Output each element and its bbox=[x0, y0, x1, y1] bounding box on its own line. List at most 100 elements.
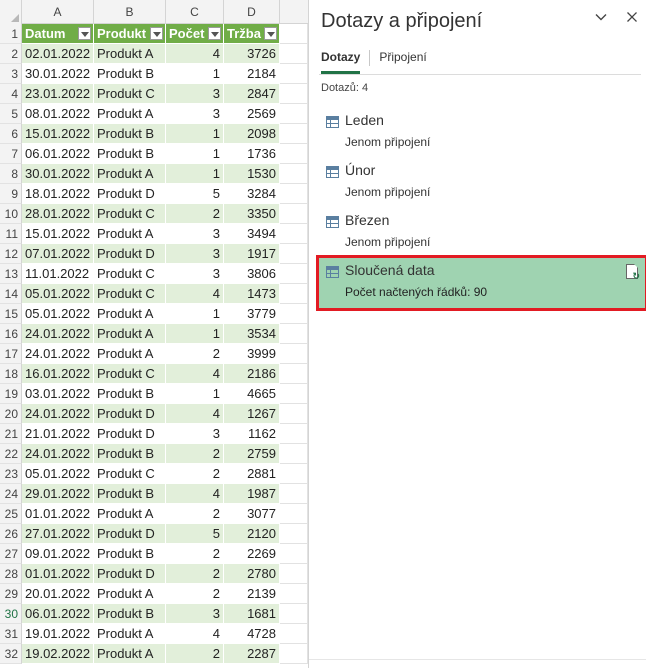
cell-date[interactable]: 30.01.2022 bbox=[22, 64, 94, 84]
cell-date[interactable]: 05.01.2022 bbox=[22, 464, 94, 484]
header-cell-product[interactable]: Produkt bbox=[94, 24, 166, 44]
cell-product[interactable]: Produkt A bbox=[94, 164, 166, 184]
cell-revenue[interactable]: 3726 bbox=[224, 44, 280, 64]
cell-date[interactable]: 24.01.2022 bbox=[22, 324, 94, 344]
cell-revenue[interactable]: 4728 bbox=[224, 624, 280, 644]
empty-cell[interactable] bbox=[280, 64, 308, 84]
empty-cell[interactable] bbox=[280, 604, 308, 624]
empty-cell[interactable] bbox=[280, 524, 308, 544]
cell-product[interactable]: Produkt B bbox=[94, 484, 166, 504]
chevron-down-icon[interactable] bbox=[592, 10, 610, 28]
cell-product[interactable]: Produkt B bbox=[94, 124, 166, 144]
cell-revenue[interactable]: 4665 bbox=[224, 384, 280, 404]
cell-revenue[interactable]: 3806 bbox=[224, 264, 280, 284]
empty-cell[interactable] bbox=[280, 504, 308, 524]
spreadsheet-grid[interactable]: A B C D 1 Datum Produkt Počet Tržba 2 02.01.20… bbox=[0, 0, 308, 668]
cell-product[interactable]: Produkt C bbox=[94, 84, 166, 104]
cell-product[interactable]: Produkt A bbox=[94, 644, 166, 664]
row-number[interactable]: 20 bbox=[0, 404, 22, 424]
cell-count[interactable]: 4 bbox=[166, 624, 224, 644]
row-number[interactable]: 4 bbox=[0, 84, 22, 104]
filter-dropdown-icon[interactable] bbox=[264, 27, 277, 40]
cell-product[interactable]: Produkt B bbox=[94, 384, 166, 404]
row-number[interactable]: 7 bbox=[0, 144, 22, 164]
cell-count[interactable]: 2 bbox=[166, 584, 224, 604]
cell-date[interactable]: 06.01.2022 bbox=[22, 604, 94, 624]
cell-revenue[interactable]: 3999 bbox=[224, 344, 280, 364]
row-number[interactable]: 23 bbox=[0, 464, 22, 484]
cell-product[interactable]: Produkt D bbox=[94, 244, 166, 264]
cell-count[interactable]: 2 bbox=[166, 504, 224, 524]
cell-product[interactable]: Produkt B bbox=[94, 64, 166, 84]
cell-revenue[interactable]: 2780 bbox=[224, 564, 280, 584]
cell-count[interactable]: 3 bbox=[166, 224, 224, 244]
cell-product[interactable]: Produkt A bbox=[94, 304, 166, 324]
cell-product[interactable]: Produkt B bbox=[94, 604, 166, 624]
query-item-sloucena-data[interactable]: Sloučená data Počet načtených řádků: 90 bbox=[316, 255, 646, 311]
cell-date[interactable]: 09.01.2022 bbox=[22, 544, 94, 564]
cell-date[interactable]: 18.01.2022 bbox=[22, 184, 94, 204]
empty-cell[interactable] bbox=[280, 264, 308, 284]
tab-connections[interactable]: Připojení bbox=[379, 48, 426, 72]
row-number[interactable]: 19 bbox=[0, 384, 22, 404]
row-number[interactable]: 29 bbox=[0, 584, 22, 604]
query-item-leden[interactable]: Leden Jenom připojení bbox=[319, 108, 645, 158]
empty-cell[interactable] bbox=[280, 44, 308, 64]
row-number[interactable]: 5 bbox=[0, 104, 22, 124]
row-number[interactable]: 24 bbox=[0, 484, 22, 504]
cell-date[interactable]: 05.01.2022 bbox=[22, 304, 94, 324]
row-number[interactable]: 25 bbox=[0, 504, 22, 524]
cell-date[interactable]: 30.01.2022 bbox=[22, 164, 94, 184]
cell-revenue[interactable]: 1267 bbox=[224, 404, 280, 424]
empty-cell[interactable] bbox=[280, 624, 308, 644]
cell-product[interactable]: Produkt A bbox=[94, 344, 166, 364]
query-item-unor[interactable]: Únor Jenom připojení bbox=[319, 158, 645, 208]
empty-cell[interactable] bbox=[280, 284, 308, 304]
cell-count[interactable]: 3 bbox=[166, 244, 224, 264]
empty-cell[interactable] bbox=[280, 564, 308, 584]
empty-cell[interactable] bbox=[280, 444, 308, 464]
row-number[interactable]: 9 bbox=[0, 184, 22, 204]
cell-count[interactable]: 1 bbox=[166, 304, 224, 324]
cell-date[interactable]: 11.01.2022 bbox=[22, 264, 94, 284]
empty-cell[interactable] bbox=[280, 84, 308, 104]
refresh-icon[interactable] bbox=[626, 264, 640, 282]
empty-cell[interactable] bbox=[280, 424, 308, 444]
cell-count[interactable]: 4 bbox=[166, 44, 224, 64]
cell-date[interactable]: 19.02.2022 bbox=[22, 644, 94, 664]
cell-date[interactable]: 07.01.2022 bbox=[22, 244, 94, 264]
row-number[interactable]: 28 bbox=[0, 564, 22, 584]
cell-revenue[interactable]: 2569 bbox=[224, 104, 280, 124]
header-cell-count[interactable]: Počet bbox=[166, 24, 224, 44]
cell-revenue[interactable]: 3077 bbox=[224, 504, 280, 524]
cell-date[interactable]: 24.01.2022 bbox=[22, 344, 94, 364]
cell-date[interactable]: 15.01.2022 bbox=[22, 124, 94, 144]
cell-count[interactable]: 4 bbox=[166, 364, 224, 384]
cell-product[interactable]: Produkt D bbox=[94, 524, 166, 544]
cell-count[interactable]: 2 bbox=[166, 564, 224, 584]
empty-cell[interactable] bbox=[280, 364, 308, 384]
cell-date[interactable]: 02.01.2022 bbox=[22, 44, 94, 64]
cell-date[interactable]: 21.01.2022 bbox=[22, 424, 94, 444]
filter-dropdown-icon[interactable] bbox=[78, 27, 91, 40]
empty-cell[interactable] bbox=[280, 304, 308, 324]
cell-date[interactable]: 15.01.2022 bbox=[22, 224, 94, 244]
row-number[interactable]: 8 bbox=[0, 164, 22, 184]
row-number[interactable]: 21 bbox=[0, 424, 22, 444]
column-header-e[interactable] bbox=[280, 0, 308, 24]
row-number[interactable]: 16 bbox=[0, 324, 22, 344]
empty-cell[interactable] bbox=[280, 344, 308, 364]
empty-cell[interactable] bbox=[280, 204, 308, 224]
row-number[interactable]: 6 bbox=[0, 124, 22, 144]
row-number[interactable]: 2 bbox=[0, 44, 22, 64]
cell-product[interactable]: Produkt A bbox=[94, 584, 166, 604]
cell-revenue[interactable]: 2759 bbox=[224, 444, 280, 464]
row-number[interactable]: 10 bbox=[0, 204, 22, 224]
cell-revenue[interactable]: 1917 bbox=[224, 244, 280, 264]
empty-cell[interactable] bbox=[280, 384, 308, 404]
cell-product[interactable]: Produkt D bbox=[94, 564, 166, 584]
empty-cell[interactable] bbox=[280, 644, 308, 664]
cell-revenue[interactable]: 1736 bbox=[224, 144, 280, 164]
cell-count[interactable]: 1 bbox=[166, 324, 224, 344]
row-number[interactable]: 31 bbox=[0, 624, 22, 644]
